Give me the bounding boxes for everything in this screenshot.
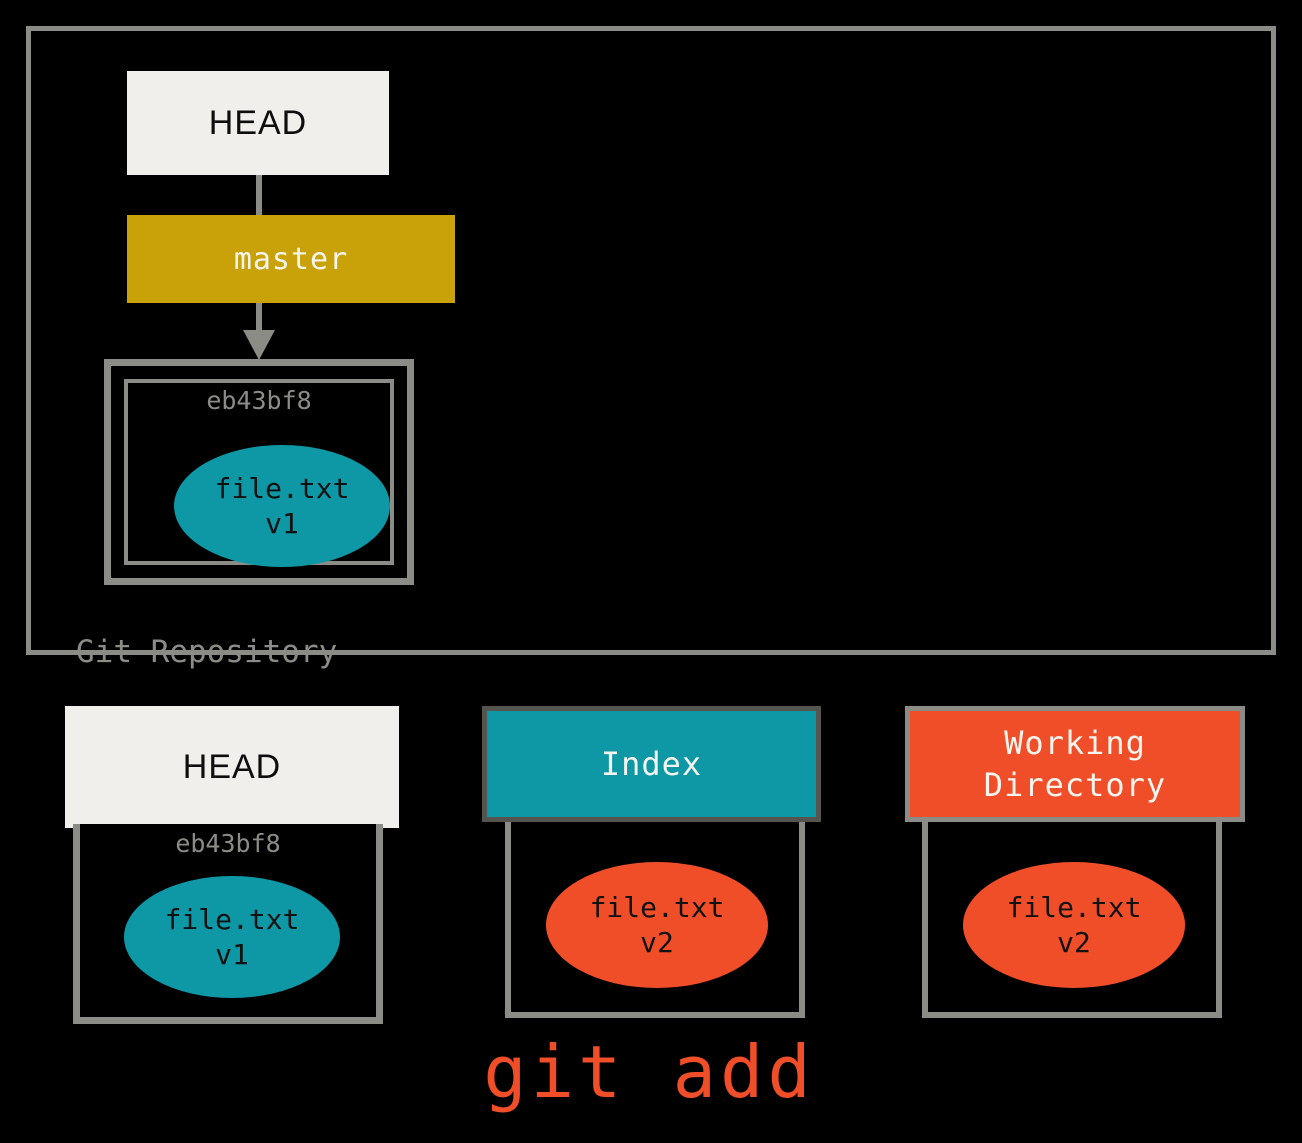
arrow-down-icon [243, 330, 275, 360]
panel-head-blob[interactable]: file.txt v1 [124, 876, 340, 998]
panel-header-wd-label-line1: Working [1004, 723, 1146, 762]
git-repository-container: HEAD master eb43bf8 file.txt v1 Git Repo… [26, 26, 1276, 668]
panel-wd-blob-filename: file.txt [1006, 891, 1142, 924]
panel-header-index-label: Index [600, 745, 703, 783]
repo-branch-box-master[interactable]: master [127, 215, 455, 303]
panel-header-index[interactable]: Index [482, 706, 821, 822]
command-caption: git add [0, 1036, 1302, 1108]
panel-head-blob-filename: file.txt [164, 903, 300, 936]
command-caption-text: git add [483, 1030, 815, 1114]
panel-header-head[interactable]: HEAD [65, 706, 399, 828]
panel-index-blob[interactable]: file.txt v2 [546, 862, 768, 988]
panel-body-index: file.txt v2 [505, 822, 805, 1018]
panel-body-working-directory: file.txt v2 [922, 822, 1222, 1018]
repo-head-ref-label: HEAD [208, 103, 308, 142]
panel-wd-blob-version: v2 [1057, 926, 1091, 959]
connector-head-to-master [256, 175, 262, 215]
repo-commit-blob[interactable]: file.txt v1 [174, 445, 390, 567]
panel-index-blob-version: v2 [640, 926, 674, 959]
panel-body-head: eb43bf8 file.txt v1 [73, 824, 383, 1024]
panel-header-head-label: HEAD [182, 747, 282, 786]
git-repository-label: Git Repository [76, 634, 338, 670]
diagram-canvas: HEAD master eb43bf8 file.txt v1 Git Repo… [0, 0, 1302, 1143]
panel-head-blob-version: v1 [215, 938, 249, 971]
repo-head-ref-box[interactable]: HEAD [127, 71, 389, 175]
panel-header-working-directory[interactable]: Working Directory [905, 706, 1245, 822]
panel-index-blob-filename: file.txt [589, 891, 725, 924]
repo-commit-hash: eb43bf8 [206, 386, 312, 415]
repo-commit-box[interactable]: eb43bf8 file.txt v1 [104, 359, 414, 585]
panel-header-wd-label-line2: Directory [983, 766, 1167, 804]
repo-branch-label: master [233, 241, 349, 277]
repo-commit-blob-version: v1 [265, 507, 299, 540]
panel-header-working-directory-label: Working Directory [984, 722, 1166, 806]
panel-working-directory-blob[interactable]: file.txt v2 [963, 862, 1185, 988]
repo-commit-inner-frame: eb43bf8 file.txt v1 [124, 379, 394, 567]
panel-head-commit-hash: eb43bf8 [175, 829, 281, 858]
repo-commit-blob-filename: file.txt [214, 472, 350, 505]
